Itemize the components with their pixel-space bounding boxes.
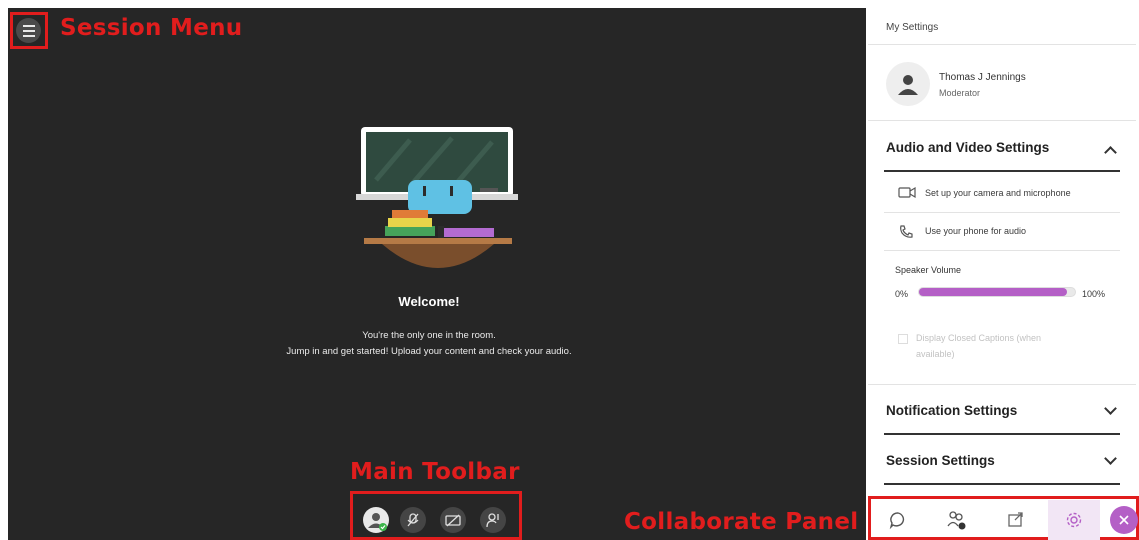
user-role: Moderator [939,88,981,98]
camera-setup-label: Set up your camera and microphone [925,188,1071,198]
session-underline [884,483,1120,485]
speaker-volume-label: Speaker Volume [895,265,962,275]
share-content-button[interactable] [990,500,1042,540]
main-toolbar-annotation: Main Toolbar [350,459,520,485]
session-menu-button[interactable] [16,18,41,43]
avatar-icon [368,513,387,531]
divider [884,212,1120,213]
divider [884,250,1120,251]
camera-setup-icon [898,186,916,199]
chat-button[interactable] [872,500,924,540]
close-icon [1119,515,1129,525]
camera-off-icon [445,514,461,527]
my-settings-button[interactable] [1048,500,1100,540]
volume-max-label: 100% [1082,289,1106,299]
session-settings-title[interactable]: Session Settings [886,453,995,468]
close-panel-button[interactable] [1110,506,1138,534]
captions-label-line-2: available) [916,349,955,359]
welcome-title: Welcome! [398,294,460,309]
audio-video-underline [884,170,1120,172]
avatar-button[interactable] [363,507,389,533]
phone-audio-label: Use your phone for audio [925,226,1027,236]
attendees-icon [947,511,966,530]
attendees-button[interactable] [930,500,982,540]
gear-icon [1066,512,1082,528]
microphone-off-icon [407,513,419,527]
audio-video-settings-title[interactable]: Audio and Video Settings [886,140,1049,155]
panel-header: My Settings [886,22,939,33]
phone-icon [900,225,913,238]
share-content-icon [1008,512,1023,527]
volume-slider-fill [919,288,1068,296]
person-icon [898,75,918,95]
raise-hand-button[interactable] [480,507,506,533]
user-divider [868,120,1136,121]
captions-checkbox[interactable] [898,334,908,344]
captions-label-line-1: Display Closed Captions (when [916,333,1042,343]
header-divider [868,44,1136,45]
user-avatar [886,62,930,106]
camera-button[interactable] [440,507,466,533]
volume-slider[interactable] [918,287,1076,297]
welcome-line-2: Jump in and get started! Upload your con… [286,346,572,357]
hamburger-icon [22,24,35,27]
collaborate-panel-annotation: Collaborate Panel [624,509,859,535]
volume-min-label: 0% [895,289,909,299]
notification-settings-title[interactable]: Notification Settings [886,403,1017,418]
raise-hand-icon [486,513,499,528]
microphone-button[interactable] [400,507,426,533]
session-menu-annotation: Session Menu [60,15,243,41]
welcome-line-1: You're the only one in the room. [362,330,496,341]
user-name: Thomas J Jennings [939,72,1026,83]
chat-icon [889,512,905,530]
notification-underline [884,433,1120,435]
classroom-illustration [356,127,518,268]
divider [868,384,1136,385]
